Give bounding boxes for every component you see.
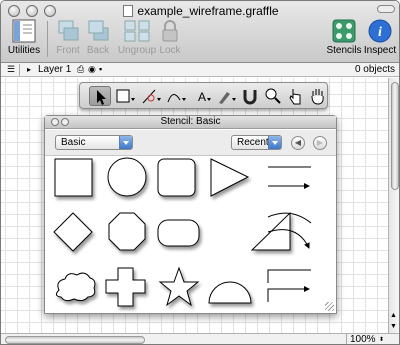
stencil-sort-popup[interactable]: Recent — [231, 135, 282, 150]
stencil-toolbar: Basic Recent ◀ ▶ — [45, 130, 336, 156]
layer-visible-icon[interactable]: ◉ — [88, 63, 96, 76]
zoom-arrows-icon: ⬍ — [378, 337, 384, 343]
stencils-icon — [330, 19, 358, 43]
stencil-forward-button[interactable]: ▶ — [313, 136, 327, 150]
layer-disclosure-icon[interactable]: ▸ — [27, 63, 31, 76]
svg-text:i: i — [378, 25, 382, 40]
inspect-button[interactable]: i Inspect — [357, 19, 399, 56]
vertical-scrollbar[interactable]: ▲ ▼ — [388, 78, 399, 333]
zoom-popup[interactable]: 100% ⬍ — [346, 334, 386, 344]
orthogonal-arrow-shape[interactable] — [267, 286, 310, 302]
stencil-library-popup[interactable]: Basic — [55, 135, 133, 150]
orthogonal-line-shape[interactable] — [267, 269, 311, 283]
horizontal-scroll-thumb[interactable] — [5, 336, 145, 344]
stencil-minimize-button[interactable] — [61, 118, 69, 126]
magnet-tool[interactable] — [239, 86, 261, 106]
shape-tool[interactable] — [114, 86, 136, 106]
star-shape[interactable] — [158, 266, 200, 307]
style-brush-tool[interactable] — [215, 86, 237, 106]
layer-bar: ☰ ▸ Layer 1 ⎙ ◉ ▪ 0 objects — [1, 63, 399, 77]
toolbar-toggle-button[interactable] — [377, 5, 395, 13]
stencil-title-bar: Stencil: Basic — [45, 116, 336, 129]
send-to-back-icon — [84, 19, 112, 43]
bezier-tool[interactable] — [165, 86, 187, 106]
stencil-back-button[interactable]: ◀ — [291, 136, 305, 150]
title-bar: example_wireframe.graffle Utilities Fron… — [1, 1, 399, 63]
line-tool[interactable] — [140, 86, 162, 106]
stencil-shapes — [53, 157, 312, 307]
hand-tool[interactable] — [307, 86, 329, 106]
document-icon — [123, 5, 134, 17]
circle-shape[interactable] — [107, 157, 147, 197]
text-tool[interactable]: A — [190, 86, 212, 106]
capsule-shape[interactable] — [157, 219, 200, 247]
cloud-shape[interactable] — [55, 272, 96, 302]
popup-arrow-icon — [268, 136, 281, 149]
browse-tool[interactable] — [285, 86, 307, 106]
info-icon: i — [366, 19, 394, 43]
selection-tool[interactable] — [89, 86, 111, 106]
document-window: example_wireframe.graffle Utilities Fron… — [0, 0, 400, 345]
layers-list-icon[interactable]: ☰ — [7, 63, 15, 76]
stencil-window: Stencil: Basic Basic Recent ◀ ▶ — [44, 115, 337, 314]
diamond-shape[interactable] — [53, 212, 93, 252]
half-circle-shape[interactable] — [208, 281, 252, 304]
utilities-button[interactable]: Utilities — [1, 19, 47, 56]
layerbar-separator — [19, 64, 20, 76]
popup-arrow-icon — [119, 136, 132, 149]
stencil-title: Stencil: Basic — [160, 116, 221, 127]
layer-printable-icon[interactable]: ⎙ — [77, 63, 84, 76]
lock-icon — [156, 19, 184, 43]
svg-text:A: A — [198, 90, 206, 104]
tool-palette: A — [79, 82, 328, 109]
rounded-rectangle-shape[interactable] — [157, 158, 196, 197]
scroll-up-arrow-icon[interactable]: ▲ — [390, 312, 397, 319]
scroll-down-arrow-icon[interactable]: ▼ — [390, 323, 397, 330]
octagon-shape[interactable] — [108, 212, 146, 251]
layer-name[interactable]: Layer 1 — [38, 63, 71, 76]
utilities-icon — [10, 19, 38, 43]
stencil-resize-grip[interactable] — [325, 302, 334, 311]
lock-button[interactable]: Lock — [147, 19, 193, 56]
cross-shape[interactable] — [105, 267, 146, 307]
vertical-scroll-thumb[interactable] — [391, 82, 399, 190]
object-count: 0 objects — [354, 64, 395, 75]
square-shape[interactable] — [54, 158, 93, 197]
stencil-close-button[interactable] — [51, 118, 59, 126]
triangle-shape[interactable] — [210, 158, 250, 197]
status-bar: 100% ⬍ — [1, 333, 399, 344]
window-title: example_wireframe.graffle — [1, 4, 399, 18]
layer-lock-icon[interactable]: ▪ — [99, 63, 102, 76]
stencil-shapes-grid — [45, 157, 336, 313]
zoom-tool[interactable] — [262, 86, 284, 106]
